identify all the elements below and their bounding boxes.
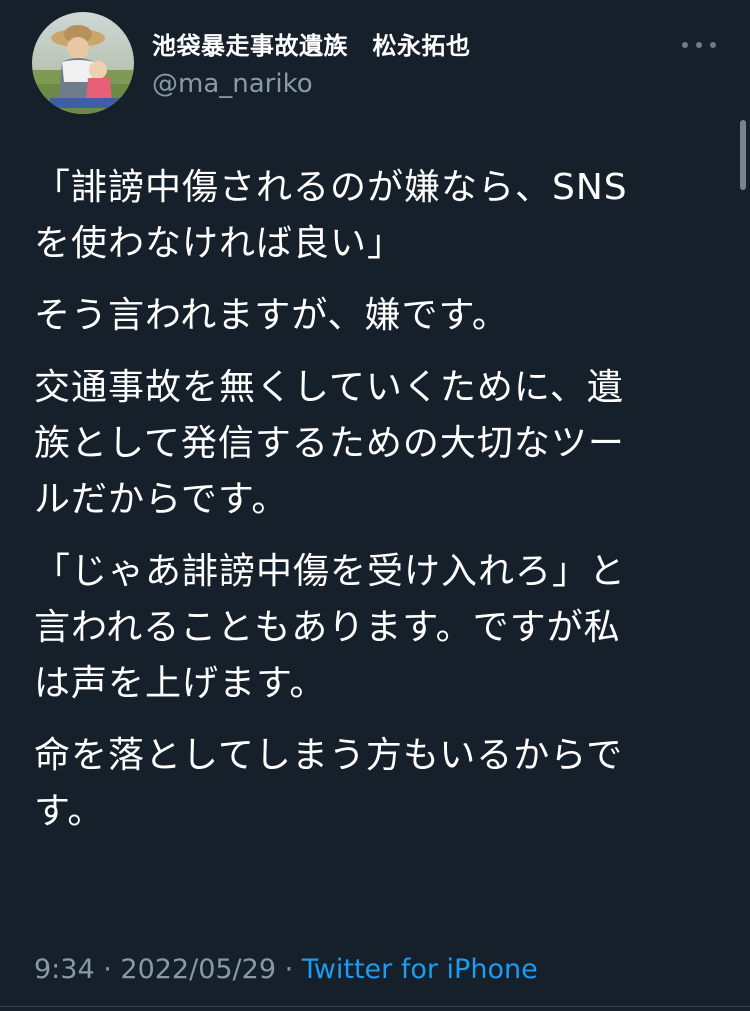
scroll-indicator — [740, 120, 746, 190]
tweet-date[interactable]: 2022/05/29 — [120, 954, 276, 985]
author-info[interactable]: 池袋暴走事故遺族 松永拓也 @ma_nariko — [152, 28, 471, 102]
tweet-time[interactable]: 9:34 — [34, 954, 95, 985]
tweet-paragraph: そう言われますが、嫌です。 — [34, 295, 509, 336]
divider — [0, 1006, 750, 1007]
tweet-text: 「誹謗中傷されるのが嫌なら、SNS を使わなければ良い」 そう言われますが、嫌で… — [34, 160, 704, 856]
display-name[interactable]: 池袋暴走事故遺族 松永拓也 — [152, 28, 471, 64]
more-dot — [696, 42, 702, 48]
more-dot — [710, 42, 716, 48]
tweet-paragraph: 交通事故を無くしていくために、遺 族として発信するための大切なツー ルだからです… — [34, 367, 625, 520]
avatar[interactable] — [32, 12, 134, 114]
tweet-detail: 池袋暴走事故遺族 松永拓也 @ma_nariko 「誹謗中傷されるのが嫌なら、S… — [0, 0, 750, 1011]
avatar-photo-icon — [32, 12, 134, 114]
tweet-paragraph: 「誹謗中傷されるのが嫌なら、SNS を使わなければ良い」 — [34, 167, 628, 264]
meta-separator: · — [276, 954, 302, 985]
more-icon[interactable] — [682, 36, 716, 54]
tweet-paragraph: 「じゃあ誹謗中傷を受け入れろ」と 言われることもあります。ですが私 は声を上げま… — [34, 551, 627, 704]
user-handle[interactable]: @ma_nariko — [152, 66, 471, 102]
source-link[interactable]: Twitter for iPhone — [302, 954, 538, 985]
tweet-paragraph: 命を落としてしまう方もいるからで す。 — [34, 735, 624, 832]
meta-separator: · — [94, 954, 121, 985]
tweet-meta: 9:34 · 2022/05/29 · Twitter for iPhone — [34, 950, 538, 990]
more-dot — [682, 42, 688, 48]
